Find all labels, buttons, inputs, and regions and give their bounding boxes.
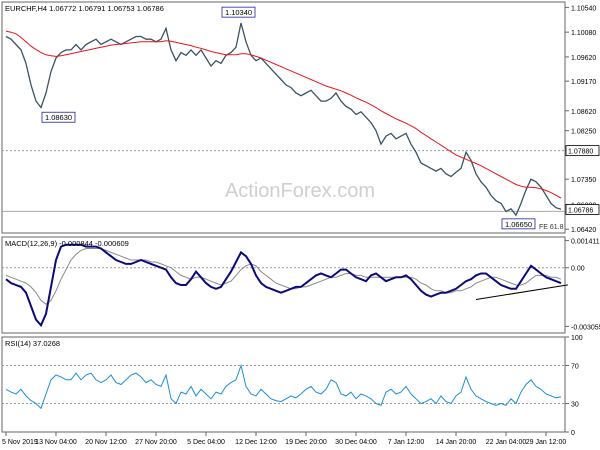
x-tick-label: 5 Dec 04:00: [187, 439, 225, 446]
x-tick-label: 29 Jan 12:00: [526, 439, 567, 446]
x-tick-label: 12 Dec 12:00: [235, 439, 277, 446]
x-tick-label: 27 Nov 20:00: [135, 439, 177, 446]
price-y-tick-label: 1.07350: [571, 177, 596, 184]
price-annotation-label: 1.10340: [225, 8, 252, 17]
rsi-panel-frame: [1, 336, 566, 433]
eurchf-chart: ActionForex.com FE 61.8 1.10340 1.08630 1.06…: [1, 1, 600, 446]
price-annotation-label: 1.06650: [505, 220, 532, 229]
x-tick-label: 5 Nov 2019: [2, 439, 38, 446]
rsi-title: RSI(14) 37.0268: [5, 339, 60, 348]
price-y-tick-label: 1.08250: [571, 129, 596, 136]
fe-label: FE 61.8: [539, 224, 564, 231]
x-tick-label: 20 Nov 12:00: [85, 439, 127, 446]
price-title: EURCHF,H4 1.06772 1.06791 1.06753 1.0678…: [5, 4, 164, 13]
x-tick-label: 22 Jan 04:00: [486, 439, 527, 446]
x-tick-label: 7 Jan 12:00: [388, 439, 425, 446]
price-annotation-label: 1.08630: [45, 113, 72, 122]
x-tick-label: 14 Jan 20:00: [436, 439, 477, 446]
rsi-y-tick-label: 0: [571, 430, 575, 437]
macd-y-tick-label: -0.003055: [571, 324, 600, 331]
macd-title: MACD(12,26,9) -0.000844 -0.000609: [5, 239, 129, 248]
price-y-tick-label: 1.10080: [571, 30, 596, 37]
macd-panel-frame: [1, 236, 566, 334]
x-tick-label: 30 Dec 04:00: [335, 439, 377, 446]
macd-y-tick-label: 0.00: [571, 266, 585, 273]
x-tick-label: 19 Dec 20:00: [285, 439, 327, 446]
resistance-price-tag-label: 1.07880: [568, 149, 593, 156]
rsi-y-tick-label: 30: [571, 402, 579, 409]
rsi-y-tick-label: 70: [571, 364, 579, 371]
price-y-tick-label: 1.06420: [571, 227, 596, 234]
rsi-y-tick-label: 100: [571, 335, 583, 342]
price-y-tick-label: 1.08620: [571, 109, 596, 116]
price-y-tick-label: 1.10540: [571, 5, 596, 12]
current-price-tag-label: 1.06786: [568, 208, 593, 215]
watermark: ActionForex.com: [225, 180, 375, 202]
macd-y-tick-label: 0.001411: [571, 239, 600, 246]
x-tick-label: 13 Nov 04:00: [35, 439, 77, 446]
price-y-tick-label: 1.09620: [571, 55, 596, 62]
price-y-tick-label: 1.09170: [571, 79, 596, 86]
